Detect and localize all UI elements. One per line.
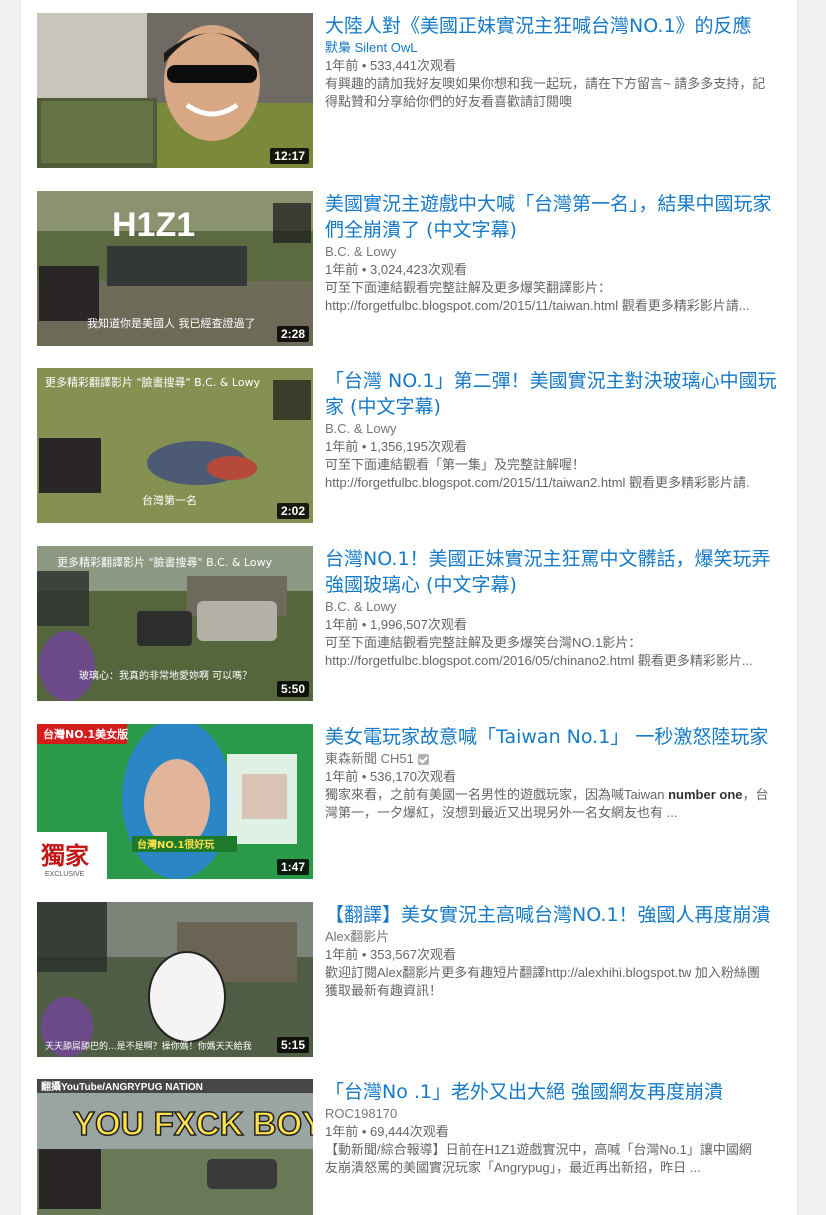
thumb-title-text: 更多精彩翻譯影片 "臉書搜尋" B.C. & Lowy	[45, 375, 261, 389]
video-duration: 1:47	[276, 859, 309, 875]
video-result-5[interactable]: 台灣NO.1美女版 台灣NO.1很好玩 獨家 EXCLUSIVE 1:47 美女…	[37, 724, 797, 879]
video-thumbnail[interactable]: H1Z1 我知道你是美國人 我已經查證過了 2:28	[37, 191, 313, 346]
thumb-caption: 天天舔屌舔巴的...是不是啊？操你媽！你媽天天給我	[45, 1040, 252, 1052]
video-result-3[interactable]: 更多精彩翻譯影片 "臉書搜尋" B.C. & Lowy 台灣第一名 2:02 「…	[37, 368, 797, 523]
video-thumbnail[interactable]: 天天舔屌舔巴的...是不是啊？操你媽！你媽天天給我 5:15	[37, 902, 313, 1057]
channel-name[interactable]: 東森新聞 CH51	[325, 750, 785, 768]
video-thumbnail[interactable]: 翻攝YouTube/ANGRYPUG NATION YOU FXCK BOY	[37, 1079, 313, 1215]
video-description: 可至下面連結觀看「第一集」及完整註解喔！ http://forgetfulbc.…	[325, 456, 785, 492]
video-description: 獨家來看，之前有美國一名男性的遊戲玩家，因為喊Taiwan number one…	[325, 786, 785, 822]
channel-name[interactable]: B.C. & Lowy	[325, 598, 785, 616]
description-line-1: 有興趣的請加我好友噢如果你想和我一起玩，請在下方留言~ 請多多支持，記	[325, 76, 766, 91]
video-title[interactable]: 大陸人對《美國正妹實況主狂喊台灣NO.1》的反應	[325, 13, 785, 39]
video-title[interactable]: 美國實況主遊戲中大喊「台灣第一名」，結果中國玩家們全崩潰了 (中文字幕)	[325, 191, 785, 243]
verified-badge-icon	[417, 754, 429, 766]
description-line-2: http://forgetfulbc.blogspot.com/2016/05/…	[325, 653, 753, 668]
video-meta: 1年前 • 533,441次观看	[325, 58, 456, 73]
video-duration: 5:15	[276, 1037, 309, 1053]
description-line-2: http://forgetfulbc.blogspot.com/2015/11/…	[325, 475, 750, 490]
video-duration: 2:28	[276, 326, 309, 342]
video-meta: 1年前 • 69,444次观看	[325, 1124, 449, 1139]
video-result-1[interactable]: 12:17 大陸人對《美國正妹實況主狂喊台灣NO.1》的反應 默梟 Silent…	[37, 13, 797, 168]
thumb-title-text: 更多精彩翻譯影片 "臉書搜尋" B.C. & Lowy	[57, 555, 273, 569]
description-line-2: http://forgetfulbc.blogspot.com/2015/11/…	[325, 298, 750, 313]
video-meta: 1年前 • 3,024,423次观看	[325, 262, 467, 277]
description-line-1: 【動新聞/綜合報導】日前在H1Z1遊戲實況中，高喊「台灣No.1」讓中國網	[325, 1142, 752, 1157]
video-duration: 2:02	[276, 503, 309, 519]
description-line-2: 灣第一，一夕爆紅，沒想到最近又出現另外一名女網友也有 ...	[325, 805, 678, 820]
video-meta: 1年前 • 1,996,507次观看	[325, 617, 467, 632]
video-thumbnail[interactable]: 更多精彩翻譯影片 "臉書搜尋" B.C. & Lowy 玻璃心：我真的非常地愛妳…	[37, 546, 313, 701]
description-line-2: 友崩潰怒罵的美國實況玩家「Angrypug」，最近再出新招，昨日 ...	[325, 1160, 701, 1175]
video-description: 可至下面連結觀看完整註解及更多爆笑翻譯影片： http://forgetfulb…	[325, 279, 785, 315]
thumb-brand: 獨家	[40, 841, 89, 870]
video-description: 歡迎訂閱Alex翻影片更多有趣短片翻譯http://alexhihi.blogs…	[325, 964, 785, 1000]
description-line-2: 得點贊和分享給你們的好友看喜歡請訂閱噢	[325, 94, 573, 109]
video-result-6[interactable]: 天天舔屌舔巴的...是不是啊？操你媽！你媽天天給我 5:15 【翻譯】美女實況主…	[37, 902, 797, 1057]
video-title[interactable]: 美女電玩家故意喊「Taiwan No.1」 一秒激怒陸玩家	[325, 724, 785, 750]
video-description: 可至下面連結觀看完整註解及更多爆笑台灣NO.1影片： http://forget…	[325, 634, 785, 670]
video-title[interactable]: 「台灣 NO.1」第二彈！美國實況主對決玻璃心中國玩家 (中文字幕)	[325, 368, 785, 420]
channel-name[interactable]: B.C. & Lowy	[325, 243, 785, 261]
description-line-1: 可至下面連結觀看「第一集」及完整註解喔！	[325, 457, 586, 472]
channel-name[interactable]: B.C. & Lowy	[325, 420, 785, 438]
video-meta: 1年前 • 1,356,195次观看	[325, 439, 467, 454]
description-text: 獨家來看，之前有美國一名男性的遊戲玩家，因為喊Taiwan	[325, 787, 669, 802]
video-duration: 12:17	[270, 148, 309, 164]
thumb-title-text: YOU FXCK BOY	[73, 1105, 313, 1142]
thumb-caption: 玻璃心：我真的非常地愛妳啊 可以嗎？	[79, 669, 252, 682]
search-results-list: 12:17 大陸人對《美國正妹實況主狂喊台灣NO.1》的反應 默梟 Silent…	[20, 0, 798, 1215]
video-result-4[interactable]: 更多精彩翻譯影片 "臉書搜尋" B.C. & Lowy 玻璃心：我真的非常地愛妳…	[37, 546, 797, 701]
video-meta: 1年前 • 536,170次观看	[325, 769, 456, 784]
video-result-2[interactable]: H1Z1 我知道你是美國人 我已經查證過了 2:28 美國實況主遊戲中大喊「台灣…	[37, 191, 797, 346]
video-duration: 5:50	[276, 681, 309, 697]
thumb-title-text: 台灣NO.1美女版	[43, 727, 128, 741]
description-text: ，台	[742, 787, 769, 802]
description-line-1: 可至下面連結觀看完整註解及更多爆笑翻譯影片：	[325, 280, 612, 295]
thumb-caption: 台灣第一名	[142, 493, 197, 507]
video-meta: 1年前 • 353,567次观看	[325, 947, 456, 962]
video-description: 【動新聞/綜合報導】日前在H1Z1遊戲實況中，高喊「台灣No.1」讓中國網 友崩…	[325, 1141, 785, 1177]
channel-name[interactable]: Alex翻影片	[325, 928, 785, 946]
video-thumbnail[interactable]: 台灣NO.1美女版 台灣NO.1很好玩 獨家 EXCLUSIVE 1:47	[37, 724, 313, 879]
video-title[interactable]: 「台灣No .1」老外又出大絕 強國網友再度崩潰	[325, 1079, 785, 1105]
video-result-7[interactable]: 翻攝YouTube/ANGRYPUG NATION YOU FXCK BOY 「…	[37, 1079, 797, 1215]
description-line-2: 獲取最新有趣資訊！	[325, 983, 443, 998]
thumb-caption: 台灣NO.1很好玩	[137, 838, 214, 851]
video-title[interactable]: 【翻譯】美女實況主高喊台灣NO.1！強國人再度崩潰	[325, 902, 785, 928]
description-highlight: number one	[668, 787, 743, 802]
thumb-title-text: H1Z1	[112, 206, 195, 244]
description-line-1: 可至下面連結觀看完整註解及更多爆笑台灣NO.1影片：	[325, 635, 642, 650]
description-line-1: 獨家來看，之前有美國一名男性的遊戲玩家，因為喊Taiwan number one…	[325, 786, 785, 804]
thumb-top-text: 翻攝YouTube/ANGRYPUG NATION	[41, 1080, 203, 1093]
video-thumbnail[interactable]: 更多精彩翻譯影片 "臉書搜尋" B.C. & Lowy 台灣第一名 2:02	[37, 368, 313, 523]
thumb-sub: EXCLUSIVE	[45, 871, 85, 878]
channel-name[interactable]: ROC198170	[325, 1105, 785, 1123]
thumb-caption: 我知道你是美國人 我已經查證過了	[87, 316, 256, 330]
description-line-1: 歡迎訂閱Alex翻影片更多有趣短片翻譯http://alexhihi.blogs…	[325, 965, 760, 980]
video-description: 有興趣的請加我好友噢如果你想和我一起玩，請在下方留言~ 請多多支持，記 得點贊和…	[325, 75, 785, 111]
channel-name[interactable]: 默梟 Silent OwL	[325, 39, 785, 57]
video-title[interactable]: 台灣NO.1！美國正妹實況主狂罵中文髒話，爆笑玩弄強國玻璃心 (中文字幕)	[325, 546, 785, 598]
channel-name-text[interactable]: 東森新聞 CH51	[325, 751, 414, 766]
video-thumbnail[interactable]: 12:17	[37, 13, 313, 168]
